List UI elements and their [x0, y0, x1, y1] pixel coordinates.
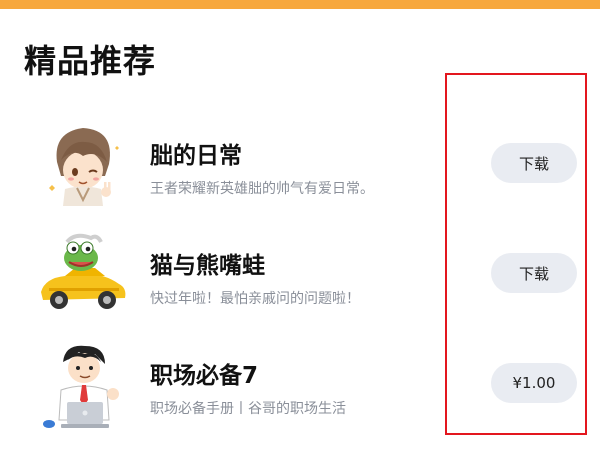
item-description: 王者荣耀新英雄朏的帅气有爱日常。 — [150, 181, 374, 197]
download-button[interactable]: 下载 — [491, 143, 577, 183]
download-button[interactable]: 下载 — [491, 253, 577, 293]
item-description: 职场必备手册丨谷哥的职场生活 — [150, 401, 346, 417]
top-accent-bar — [0, 0, 600, 9]
office-man-laptop-sticker-icon — [43, 345, 119, 428]
item-title: 猫与熊嘴蛙 — [150, 253, 265, 279]
buy-price-button[interactable]: ¥1.00 — [491, 363, 577, 403]
list-item[interactable]: 朏的日常 王者荣耀新英雄朏的帅气有爱日常。 下载 — [0, 118, 600, 218]
list-item[interactable]: 职场必备7 职场必备手册丨谷哥的职场生活 ¥1.00 — [0, 340, 600, 440]
frog-in-yellow-car-sticker-icon — [41, 233, 126, 309]
item-title: 朏的日常 — [150, 143, 242, 169]
item-title: 职场必备7 — [150, 363, 259, 389]
chibi-hero-sticker-icon — [49, 128, 119, 206]
item-description: 快过年啦！最怕亲戚问的问题啦！ — [150, 291, 360, 307]
list-item[interactable]: 猫与熊嘴蛙 快过年啦！最怕亲戚问的问题啦！ 下载 — [0, 228, 600, 328]
page-title: 精品推荐 — [24, 42, 157, 80]
